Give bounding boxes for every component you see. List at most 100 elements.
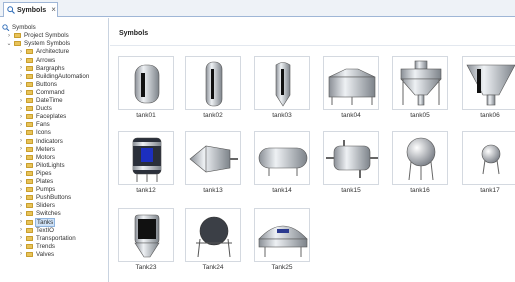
tree-item-motors[interactable]: › Motors xyxy=(18,154,55,162)
tree-item-ducts[interactable]: › Ducts xyxy=(18,105,52,113)
chevron-right-icon[interactable]: › xyxy=(18,130,24,136)
chevron-right-icon[interactable]: › xyxy=(18,203,24,209)
chevron-right-icon[interactable]: › xyxy=(18,138,24,144)
tree-item-pumps[interactable]: › Pumps xyxy=(18,186,55,194)
symbol-preview[interactable] xyxy=(185,131,241,185)
tree-item-indicators[interactable]: › Indicators xyxy=(18,137,63,145)
chevron-right-icon[interactable]: › xyxy=(18,73,24,79)
tab-symbols[interactable]: Symbols × xyxy=(3,2,58,17)
tree-item-command[interactable]: › Command xyxy=(18,89,65,97)
symbol-tile-tank03[interactable]: tank03 xyxy=(254,56,310,121)
symbol-tile-tank14[interactable]: tank14 xyxy=(254,131,310,196)
folder-icon xyxy=(26,227,33,233)
tree-item-trends[interactable]: › Trends xyxy=(18,243,55,251)
symbol-tile-tank01[interactable]: tank01 xyxy=(118,56,174,121)
symbol-preview[interactable] xyxy=(254,131,310,185)
tree-item-icons[interactable]: › Icons xyxy=(18,129,51,137)
symbol-tile-tank05[interactable]: tank05 xyxy=(392,56,448,121)
tree-item-pushbuttons[interactable]: › PushButtons xyxy=(18,194,71,202)
symbol-tile-tank16[interactable]: tank16 xyxy=(392,131,448,196)
tab-bar: Symbols × xyxy=(0,0,515,17)
tree-item-pipes[interactable]: › Pipes xyxy=(18,170,51,178)
chevron-right-icon[interactable]: › xyxy=(18,219,24,225)
chevron-right-icon[interactable]: › xyxy=(18,162,24,168)
tree-item-label: Fans xyxy=(36,121,50,129)
chevron-right-icon[interactable]: › xyxy=(18,114,24,120)
tree-item-label: Trends xyxy=(36,242,56,250)
chevron-right-icon[interactable]: › xyxy=(18,187,24,193)
symbol-preview[interactable] xyxy=(462,131,515,185)
chevron-right-icon[interactable]: › xyxy=(18,170,24,176)
page-title: Symbols xyxy=(119,30,149,37)
symbol-preview[interactable] xyxy=(462,56,515,110)
tree-item-project symbols[interactable]: › Project Symbols xyxy=(6,32,69,40)
chevron-right-icon[interactable]: › xyxy=(18,154,24,160)
tree-item-plates[interactable]: › Plates xyxy=(18,178,53,186)
chevron-right-icon[interactable]: › xyxy=(18,98,24,104)
symbol-preview[interactable] xyxy=(254,56,310,110)
symbol-preview[interactable] xyxy=(392,131,448,185)
symbol-tile-tank02[interactable]: tank02 xyxy=(185,56,241,121)
chevron-right-icon[interactable]: › xyxy=(18,49,24,55)
tree-item-architecture[interactable]: › Architecture xyxy=(18,48,69,56)
symbol-preview[interactable] xyxy=(323,131,379,185)
tree-item-label: DateTime xyxy=(36,97,63,105)
chevron-right-icon[interactable]: › xyxy=(18,195,24,201)
chevron-right-icon[interactable]: › xyxy=(18,211,24,217)
tree-item-fans[interactable]: › Fans xyxy=(18,121,50,129)
symbol-tile-tank13[interactable]: tank13 xyxy=(185,131,241,196)
tree-item-datetime[interactable]: › DateTime xyxy=(18,97,63,105)
chevron-right-icon[interactable]: › xyxy=(18,179,24,185)
tree-item-arrows[interactable]: › Arrows xyxy=(18,56,55,64)
tree-item-transportation[interactable]: › Transportation xyxy=(18,235,76,243)
chevron-right-icon[interactable]: › xyxy=(18,89,24,95)
chevron-right-icon[interactable]: › xyxy=(18,65,24,71)
tree-root[interactable]: Symbols xyxy=(2,24,36,32)
chevron-right-icon[interactable]: › xyxy=(6,33,12,39)
chevron-right-icon[interactable]: › xyxy=(18,227,24,233)
symbol-tile-tank24[interactable]: Tank24 xyxy=(185,208,241,273)
chevron-right-icon[interactable]: › xyxy=(18,57,24,63)
symbol-tile-tank23[interactable]: Tank23 xyxy=(118,208,174,273)
tree-item-faceplates[interactable]: › Faceplates xyxy=(18,113,66,121)
symbol-preview[interactable] xyxy=(118,56,174,110)
chevron-right-icon[interactable]: › xyxy=(18,122,24,128)
tree-item-tanks[interactable]: › Tanks xyxy=(18,217,56,227)
chevron-down-icon[interactable]: ⌄ xyxy=(6,40,12,47)
symbol-name: Tank24 xyxy=(202,264,224,271)
tree-item-buttons[interactable]: › Buttons xyxy=(18,81,57,89)
chevron-right-icon[interactable]: › xyxy=(18,146,24,152)
symbol-tile-tank12[interactable]: tank12 xyxy=(118,131,174,196)
symbol-tile-tank15[interactable]: tank15 xyxy=(323,131,379,196)
tree-item-pilotlights[interactable]: › PilotLights xyxy=(18,162,65,170)
chevron-right-icon[interactable]: › xyxy=(18,106,24,112)
tree-item-valves[interactable]: › Valves xyxy=(18,251,54,259)
chevron-right-icon[interactable]: › xyxy=(18,251,24,257)
symbol-name: tank06 xyxy=(480,112,500,119)
symbol-preview[interactable] xyxy=(323,56,379,110)
chevron-right-icon[interactable]: › xyxy=(18,243,24,249)
tree-item-system symbols[interactable]: ⌄ System Symbols xyxy=(6,40,70,48)
symbol-preview[interactable] xyxy=(254,208,310,262)
symbol-tile-tank04[interactable]: tank04 xyxy=(323,56,379,121)
symbol-preview[interactable] xyxy=(118,208,174,262)
symbol-name: tank05 xyxy=(410,112,430,119)
symbol-preview[interactable] xyxy=(185,56,241,110)
tree-item-bargraphs[interactable]: › Bargraphs xyxy=(18,64,65,72)
tree-item-switches[interactable]: › Switches xyxy=(18,210,61,218)
symbol-tile-tank06[interactable]: tank06 xyxy=(462,56,515,121)
symbol-tile-tank25[interactable]: Tank25 xyxy=(254,208,310,273)
tree-item-buildingautomation[interactable]: › BuildingAutomation xyxy=(18,73,89,81)
tree-item-meters[interactable]: › Meters xyxy=(18,145,55,153)
close-icon[interactable]: × xyxy=(51,6,56,14)
symbol-preview[interactable] xyxy=(118,131,174,185)
symbol-tile-tank17[interactable]: tank17 xyxy=(462,131,515,196)
tree-item-sliders[interactable]: › Sliders xyxy=(18,202,55,210)
chevron-right-icon[interactable]: › xyxy=(18,81,24,87)
folder-icon xyxy=(26,170,33,176)
chevron-right-icon[interactable]: › xyxy=(18,235,24,241)
tree-item-label: Tanks xyxy=(34,217,56,227)
symbol-preview[interactable] xyxy=(185,208,241,262)
tree-item-textio[interactable]: › TextIO xyxy=(18,226,54,234)
symbol-preview[interactable] xyxy=(392,56,448,110)
